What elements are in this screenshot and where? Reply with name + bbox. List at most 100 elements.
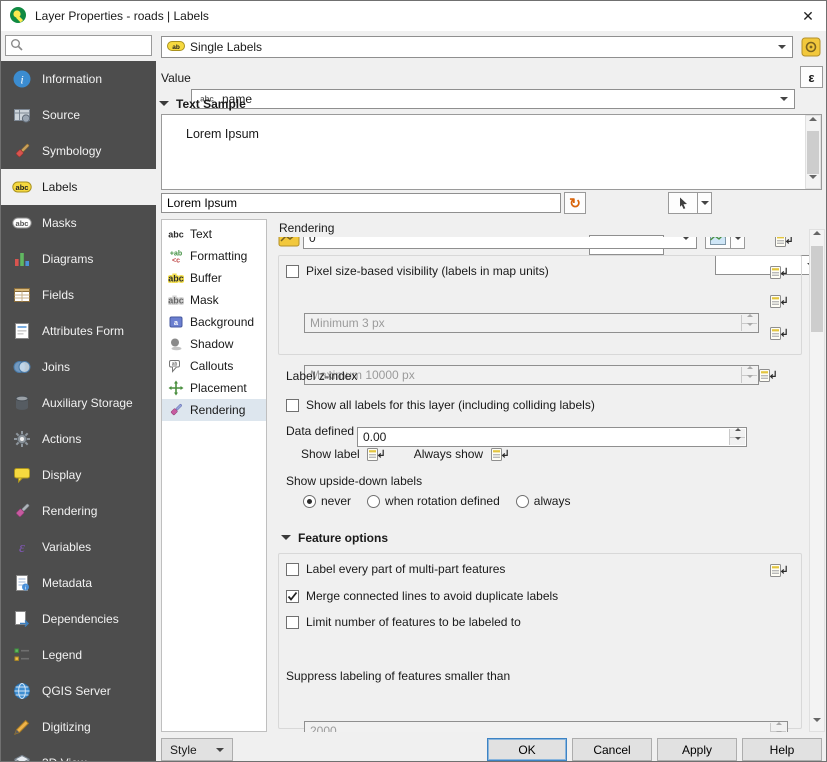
tab-shadow[interactable]: Shadow xyxy=(162,333,266,355)
sidebar-item-dependencies[interactable]: Dependencies xyxy=(1,601,156,637)
limit-features-checkbox[interactable] xyxy=(286,616,299,629)
tab-mask[interactable]: abc Mask xyxy=(162,289,266,311)
tab-placement[interactable]: Placement xyxy=(162,377,266,399)
tab-rendering[interactable]: Rendering xyxy=(162,399,266,421)
ok-button[interactable]: OK xyxy=(487,738,567,761)
preview-settings-button[interactable] xyxy=(668,192,712,214)
tab-buffer[interactable]: abc Buffer xyxy=(162,267,266,289)
z-index-data-defined-button[interactable] xyxy=(755,365,779,385)
spin-up-button[interactable] xyxy=(729,429,745,437)
radio-never[interactable]: never xyxy=(303,494,351,508)
merge-lines-checkbox-row[interactable]: Merge connected lines to avoid duplicate… xyxy=(286,589,558,603)
scroll-thumb[interactable] xyxy=(807,131,819,174)
sidebar-item-actions[interactable]: Actions xyxy=(1,421,156,457)
labeling-mode-select[interactable]: ab Single Labels xyxy=(161,36,793,58)
max-pixel-data-defined-button[interactable] xyxy=(766,323,790,343)
limit-features-checkbox-row[interactable]: Limit number of features to be labeled t… xyxy=(286,615,521,629)
automated-placement-settings-button[interactable] xyxy=(798,35,823,59)
tab-background[interactable]: a Background xyxy=(162,311,266,333)
scroll-down-arrow[interactable] xyxy=(806,174,820,188)
reset-sample-button[interactable]: ↻ xyxy=(564,192,586,214)
sidebar-item-rendering[interactable]: Rendering xyxy=(1,493,156,529)
scale-button-arrow[interactable] xyxy=(731,237,745,249)
radio-rotation-control[interactable] xyxy=(367,495,380,508)
scroll-up-arrow[interactable] xyxy=(806,116,820,130)
show-all-labels-checkbox[interactable] xyxy=(286,399,299,412)
masks-icon: abc xyxy=(11,212,33,234)
tab-formatting[interactable]: +ab<c Formatting xyxy=(162,245,266,267)
limit-features-spinbox[interactable]: 2000 xyxy=(304,721,788,732)
scroll-thumb[interactable] xyxy=(811,246,823,332)
sidebar-item-information[interactable]: i Information xyxy=(1,61,156,97)
text-sample-preview: Lorem Ipsum xyxy=(161,114,822,190)
sample-text-input[interactable] xyxy=(161,193,561,213)
settings-search-input[interactable] xyxy=(27,39,151,53)
multipart-data-defined-button[interactable] xyxy=(766,560,790,580)
placement-tab-icon xyxy=(167,380,185,396)
sidebar-item-symbology[interactable]: Symbology xyxy=(1,133,156,169)
sample-scrollbar[interactable] xyxy=(805,115,821,189)
pixel-size-visibility-checkbox-row[interactable]: Pixel size-based visibility (labels in m… xyxy=(286,264,549,278)
settings-search-box[interactable] xyxy=(5,35,152,56)
style-button[interactable]: Style xyxy=(161,738,233,761)
upside-down-labels-label: Show upside-down labels xyxy=(286,474,422,488)
spin-down-button[interactable] xyxy=(729,437,745,446)
sidebar-item-digitizing[interactable]: Digitizing xyxy=(1,709,156,745)
value-field-select[interactable]: abc name xyxy=(191,89,795,109)
spin-down-button[interactable] xyxy=(741,323,757,332)
sidebar-item-variables[interactable]: ε Variables xyxy=(1,529,156,565)
close-button[interactable]: ✕ xyxy=(790,1,826,31)
panel-scrollbar[interactable] xyxy=(809,229,825,732)
spin-up-button[interactable] xyxy=(770,723,786,731)
sidebar-item-diagrams[interactable]: Diagrams xyxy=(1,241,156,277)
checkmark-icon xyxy=(287,591,298,602)
apply-button[interactable]: Apply xyxy=(657,738,737,761)
scale-data-defined-button[interactable] xyxy=(771,237,795,250)
labeling-mode-value: Single Labels xyxy=(190,40,262,54)
pixel-size-visibility-checkbox[interactable] xyxy=(286,265,299,278)
always-show-label: Always show xyxy=(414,447,483,461)
radio-never-control[interactable] xyxy=(303,495,316,508)
min-pixel-data-defined-button[interactable] xyxy=(766,291,790,311)
radio-always-control[interactable] xyxy=(516,495,529,508)
cancel-button[interactable]: Cancel xyxy=(572,738,652,761)
set-to-current-scale-button[interactable] xyxy=(705,237,745,249)
sidebar-item-display[interactable]: Display xyxy=(1,457,156,493)
min-pixel-size-spinbox[interactable]: Minimum 3 px xyxy=(304,313,759,333)
help-button[interactable]: Help xyxy=(742,738,822,761)
sidebar-item-fields[interactable]: Fields xyxy=(1,277,156,313)
sidebar-item-3d-view[interactable]: 3D View xyxy=(1,745,156,761)
merge-lines-checkbox[interactable] xyxy=(286,590,299,603)
sidebar-item-labels[interactable]: abc Labels xyxy=(1,169,156,205)
spin-up-button[interactable] xyxy=(741,315,757,323)
label-multipart-checkbox[interactable] xyxy=(286,563,299,576)
text-sample-section-header[interactable]: Text Sample xyxy=(159,96,246,111)
sidebar-item-legend[interactable]: Legend xyxy=(1,637,156,673)
sidebar-item-metadata[interactable]: i Metadata xyxy=(1,565,156,601)
window-title: Layer Properties - roads | Labels xyxy=(35,9,782,23)
expression-builder-button[interactable]: ε xyxy=(800,66,823,88)
multi-part-checkbox-row[interactable]: Label every part of multi-part features xyxy=(286,562,505,576)
sidebar-item-qgis-server[interactable]: QGIS Server xyxy=(1,673,156,709)
sidebar-item-masks[interactable]: abc Masks xyxy=(1,205,156,241)
radio-when-rotation-defined[interactable]: when rotation defined xyxy=(367,494,500,508)
tab-callouts[interactable]: ab Callouts xyxy=(162,355,266,377)
scroll-down-arrow[interactable] xyxy=(810,717,824,731)
feature-options-section-header[interactable]: Feature options xyxy=(281,530,388,545)
sidebar-item-auxiliary-storage[interactable]: Auxiliary Storage xyxy=(1,385,156,421)
radio-always[interactable]: always xyxy=(516,494,571,508)
sidebar-item-attributes-form[interactable]: Attributes Form xyxy=(1,313,156,349)
pixel-visibility-data-defined-button[interactable] xyxy=(766,262,790,282)
sidebar-item-joins[interactable]: Joins xyxy=(1,349,156,385)
preview-settings-arrow[interactable] xyxy=(698,192,712,214)
data-defined-heading: Data defined xyxy=(286,424,354,438)
show-all-labels-checkbox-row[interactable]: Show all labels for this layer (includin… xyxy=(286,398,595,412)
max-pixel-size-spinbox[interactable]: Maximum 10000 px xyxy=(304,365,759,385)
scroll-up-arrow[interactable] xyxy=(810,230,824,244)
always-show-data-defined-button[interactable] xyxy=(487,444,511,464)
tab-text[interactable]: abc Text xyxy=(162,223,266,245)
show-label-data-defined-button[interactable] xyxy=(364,444,388,464)
spin-down-button[interactable] xyxy=(770,731,786,733)
sidebar-item-source[interactable]: Source xyxy=(1,97,156,133)
scale-combobox[interactable]: 0 xyxy=(303,237,697,249)
